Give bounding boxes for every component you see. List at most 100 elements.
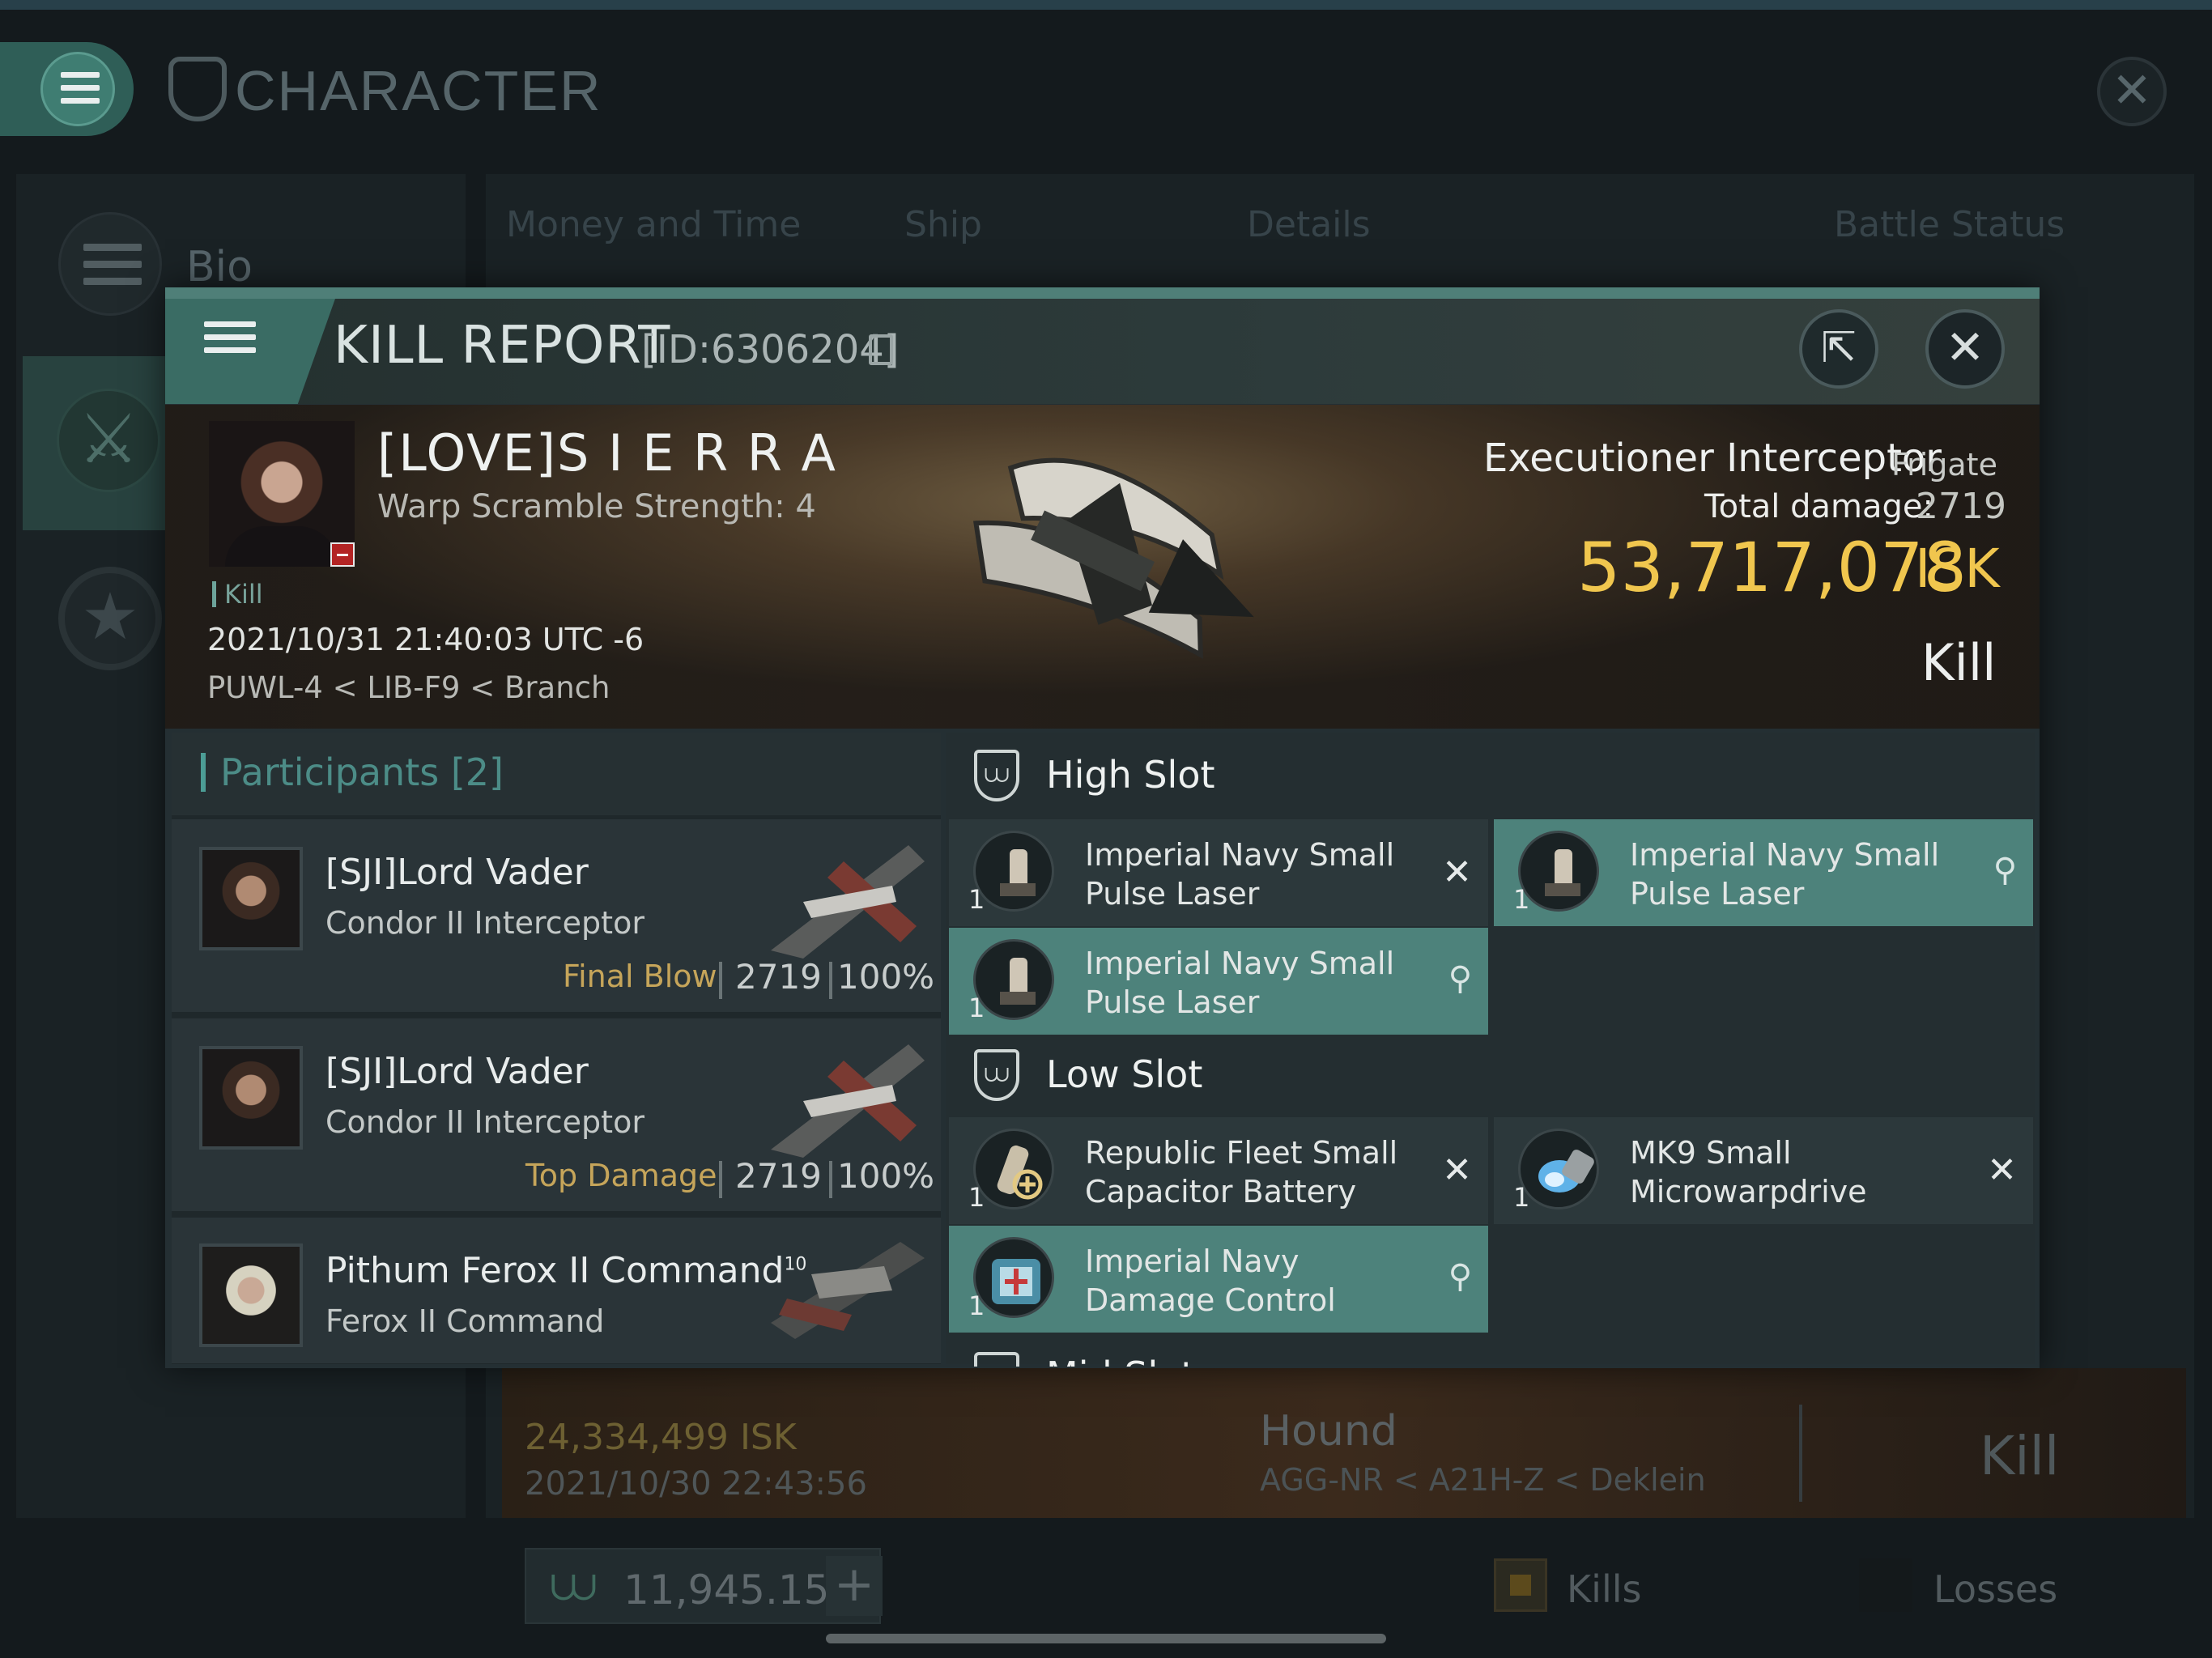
item-name: Imperial Navy Small Pulse Laser xyxy=(1630,837,1940,912)
item-quantity: 1 xyxy=(1513,884,1530,915)
item-tile[interactable]: 1 Imperial Navy Small Pulse Laser ⚲ xyxy=(1494,819,2033,926)
item-tile[interactable]: 1 Imperial Navy Small Pulse Laser ✕ xyxy=(949,819,1488,926)
item-quantity: 1 xyxy=(968,1182,985,1213)
participant-row[interactable]: Pithum Ferox II Command10 Ferox II Comma… xyxy=(172,1218,941,1363)
bio-icon[interactable] xyxy=(58,212,162,316)
dropped-person-icon: ⚲ xyxy=(1993,852,2017,889)
kill-datetime: 2021/10/31 21:40:03 UTC -6 xyxy=(207,622,644,657)
corp-status-badge xyxy=(330,542,355,567)
star-icon[interactable]: ★ xyxy=(58,567,162,670)
microwarpdrive-icon xyxy=(1518,1129,1599,1209)
victim-ship-class: Frigate xyxy=(1891,447,1997,483)
participant-portrait[interactable] xyxy=(199,1244,303,1347)
victim-ship-name[interactable]: Executioner Interceptor xyxy=(1483,436,1942,481)
item-tile[interactable]: 1 Republic Fleet Small Capacitor Battery … xyxy=(949,1117,1488,1224)
home-indicator[interactable] xyxy=(826,1634,1386,1643)
tab-battle-status[interactable]: Battle Status xyxy=(1834,204,2065,245)
participant-row[interactable]: [SJI]Lord Vader Condor II Interceptor To… xyxy=(172,1018,941,1211)
participant-percent: 100% xyxy=(837,957,935,997)
add-currency-button[interactable]: + xyxy=(826,1556,883,1616)
kill-id: [ID:6306204] xyxy=(641,327,900,372)
item-quantity: 1 xyxy=(968,993,985,1023)
sidebar-item-bio[interactable]: Bio xyxy=(186,243,253,291)
destroyed-icon: ✕ xyxy=(1442,1150,1472,1191)
total-damage-value: 2719 xyxy=(1916,486,2006,527)
participant-name[interactable]: [SJI]Lord Vader xyxy=(325,852,589,893)
share-button[interactable]: ⇱ xyxy=(1799,309,1878,389)
dropped-person-icon: ⚲ xyxy=(1448,1258,1472,1295)
kills-filter-checkbox[interactable] xyxy=(1494,1558,1547,1612)
pulse-laser-icon xyxy=(973,831,1054,912)
losses-filter-label[interactable]: Losses xyxy=(1933,1567,2057,1611)
participant-damage: 2719 xyxy=(735,957,822,997)
losses-filter-checkbox[interactable] xyxy=(1859,1558,1912,1612)
high-slot-icon: ⩊ xyxy=(974,750,1019,801)
close-button[interactable]: ✕ xyxy=(1925,309,2005,389)
item-tile[interactable]: 1 Imperial Navy Damage Control ⚲ xyxy=(949,1226,1488,1333)
item-name: Imperial Navy Small Pulse Laser xyxy=(1085,946,1395,1020)
isk-unit: ISK xyxy=(1915,538,2000,600)
victim-ship-image[interactable] xyxy=(921,421,1294,712)
low-slot-icon: ⩊ xyxy=(974,1049,1019,1101)
high-slot-title: High Slot xyxy=(1046,753,1215,797)
tab-ship[interactable]: Ship xyxy=(904,204,982,245)
low-slot-title: Low Slot xyxy=(1046,1052,1203,1096)
participant-ship: Condor II Interceptor xyxy=(325,1104,644,1140)
result-label: Kill xyxy=(1921,633,1997,692)
killmail-row-date: 2021/10/30 22:43:56 xyxy=(525,1465,867,1503)
participant-ship-image[interactable] xyxy=(755,829,933,967)
participant-percent: 100% xyxy=(837,1156,935,1196)
close-icon: ✕ xyxy=(1945,320,1985,375)
participant-ship: Condor II Interceptor xyxy=(325,905,644,941)
damage-control-icon xyxy=(973,1237,1054,1318)
top-status-bar xyxy=(0,0,2212,10)
page-title: CHARACTER xyxy=(235,59,602,122)
tab-details[interactable]: Details xyxy=(1247,204,1371,245)
participant-name[interactable]: Pithum Ferox II Command10 xyxy=(325,1250,806,1291)
character-icon xyxy=(168,57,227,121)
dropped-person-icon: ⚲ xyxy=(1448,960,1472,997)
item-name: Republic Fleet Small Capacitor Battery xyxy=(1085,1135,1398,1209)
participant-stat-label: Top Damage xyxy=(525,1158,717,1193)
item-quantity: 1 xyxy=(1513,1182,1530,1213)
item-name: Imperial Navy Damage Control xyxy=(1085,1244,1336,1318)
divider xyxy=(829,962,832,999)
kill-tag: Kill xyxy=(212,581,263,607)
mid-slot-header: ⩊ Mid Slot xyxy=(946,1350,2035,1367)
killmail-row-isk: 24,334,499 ISK xyxy=(525,1417,797,1458)
participant-name[interactable]: [SJI]Lord Vader xyxy=(325,1051,589,1092)
total-damage-label: Total damage: xyxy=(1704,488,1933,525)
crossed-swords-icon[interactable]: ⚔ xyxy=(57,389,160,492)
capacitor-battery-icon xyxy=(973,1129,1054,1209)
kill-location[interactable]: PUWL-4 < LIB-F9 < Branch xyxy=(207,670,610,705)
warp-scramble-strength: Warp Scramble Strength: 4 xyxy=(377,488,816,525)
pulse-laser-icon xyxy=(973,939,1054,1020)
participant-portrait[interactable] xyxy=(199,847,303,950)
menu-icon xyxy=(40,52,115,126)
divider xyxy=(719,1161,722,1198)
item-quantity: 1 xyxy=(968,1290,985,1321)
participants-title: Participants [2] xyxy=(201,753,504,792)
participant-portrait[interactable] xyxy=(199,1046,303,1150)
divider xyxy=(719,962,722,999)
close-icon[interactable]: ✕ xyxy=(2097,57,2167,126)
divider xyxy=(1799,1405,1802,1502)
isk-value: 53,717,078 xyxy=(1577,528,1967,607)
item-tile[interactable]: 1 Imperial Navy Small Pulse Laser ⚲ xyxy=(949,928,1488,1035)
participant-ship-image[interactable] xyxy=(755,1028,933,1166)
kills-filter-label[interactable]: Kills xyxy=(1567,1567,1641,1611)
copy-icon[interactable] xyxy=(869,334,893,365)
pulse-laser-icon xyxy=(1518,831,1599,912)
external-link-icon: ⇱ xyxy=(1821,324,1857,372)
participant-row[interactable]: [SJI]Lord Vader Condor II Interceptor Fi… xyxy=(172,819,941,1012)
modal-title: KILL REPORT xyxy=(334,316,671,376)
victim-name[interactable]: [LOVE]S I E R R A xyxy=(377,423,837,483)
item-name: Imperial Navy Small Pulse Laser xyxy=(1085,837,1395,912)
item-tile[interactable]: 1 MK9 Small Microwarpdrive ✕ xyxy=(1494,1117,2033,1224)
item-name: MK9 Small Microwarpdrive xyxy=(1630,1135,1867,1209)
tab-money-and-time[interactable]: Money and Time xyxy=(506,204,801,245)
mid-slot-title: Mid Slot xyxy=(1046,1354,1195,1367)
participant-ship: Ferox II Command xyxy=(325,1303,605,1339)
main-menu-button[interactable] xyxy=(0,42,134,136)
participant-ship-image[interactable] xyxy=(755,1218,933,1355)
